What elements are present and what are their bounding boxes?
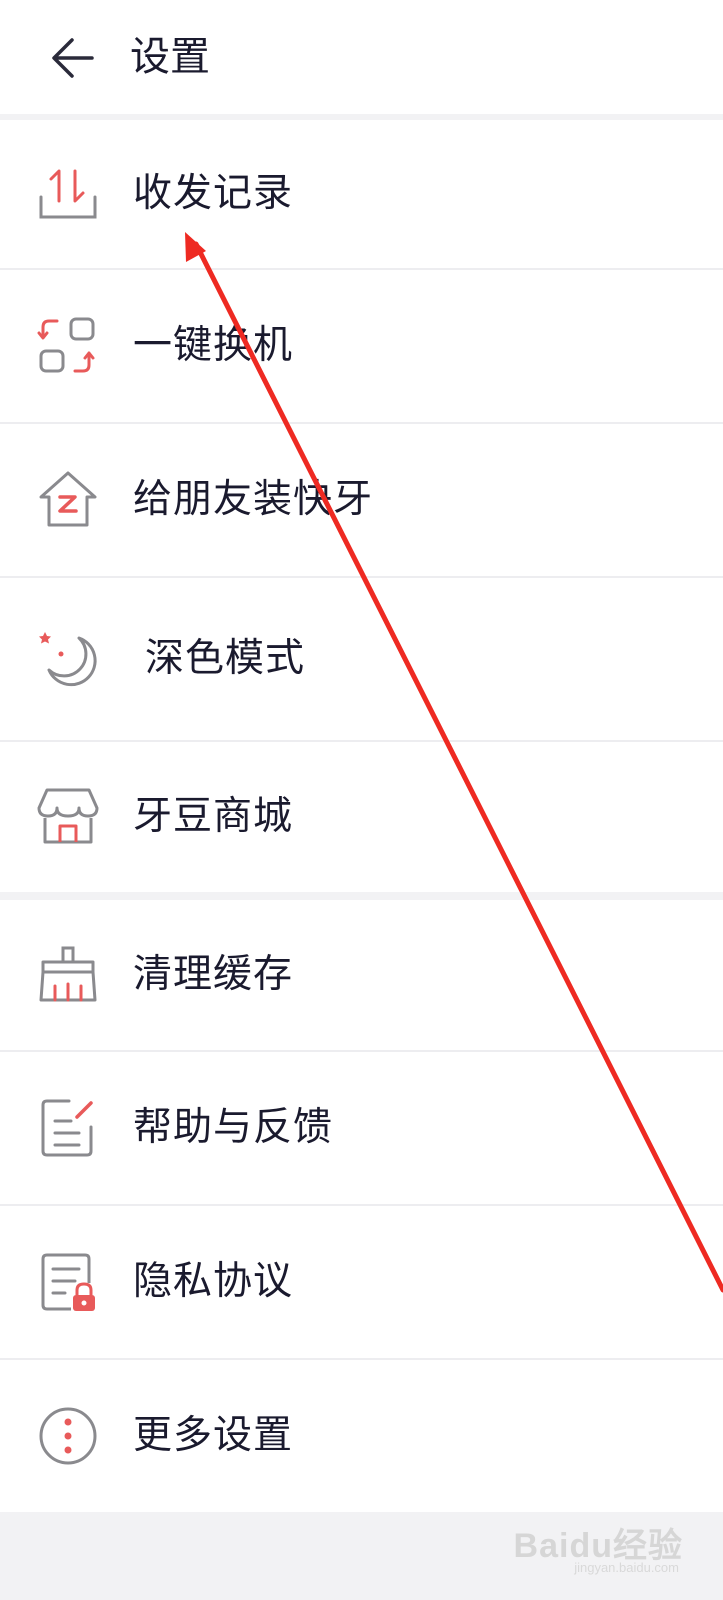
menu-item-dark-mode[interactable]: 深色模式 bbox=[0, 578, 723, 740]
menu-item-label: 帮助与反馈 bbox=[133, 1105, 334, 1150]
page-title: 设置 bbox=[130, 34, 210, 80]
broom-icon bbox=[39, 946, 97, 1002]
menu-item-label: 给朋友装快牙 bbox=[133, 477, 374, 522]
menu-item-clear-cache[interactable]: 清理缓存 bbox=[0, 900, 723, 1050]
section-gap bbox=[0, 892, 723, 900]
more-icon bbox=[39, 1407, 97, 1465]
menu-item-invite-friends[interactable]: 给朋友装快牙 bbox=[0, 424, 723, 576]
phone-switch-icon bbox=[37, 317, 95, 373]
menu-item-help-feedback[interactable]: 帮助与反馈 bbox=[0, 1052, 723, 1204]
menu-item-phone-switch[interactable]: 一键换机 bbox=[0, 270, 723, 422]
menu-item-privacy[interactable]: 隐私协议 bbox=[0, 1206, 723, 1358]
menu-item-label: 清理缓存 bbox=[133, 952, 294, 997]
privacy-doc-icon bbox=[41, 1253, 95, 1311]
arrow-left-icon bbox=[52, 38, 94, 78]
back-button[interactable] bbox=[46, 30, 102, 86]
menu-item-label: 深色模式 bbox=[145, 636, 306, 681]
menu-item-label: 牙豆商城 bbox=[133, 794, 294, 839]
moon-icon bbox=[39, 632, 97, 687]
feedback-icon bbox=[41, 1099, 93, 1157]
menu-item-store[interactable]: 牙豆商城 bbox=[0, 742, 723, 892]
store-icon bbox=[37, 788, 99, 844]
menu-item-transfer-record[interactable]: 收发记录 bbox=[0, 120, 723, 268]
share-house-icon bbox=[39, 471, 97, 527]
transfer-record-icon bbox=[39, 169, 97, 219]
watermark-url: jingyan.baidu.com bbox=[574, 1560, 679, 1575]
menu-item-more-settings[interactable]: 更多设置 bbox=[0, 1360, 723, 1512]
menu-item-label: 更多设置 bbox=[133, 1413, 294, 1458]
menu-item-label: 收发记录 bbox=[133, 171, 294, 216]
app-header: 设置 bbox=[0, 0, 723, 114]
menu-item-label: 一键换机 bbox=[133, 323, 294, 368]
menu-item-label: 隐私协议 bbox=[133, 1259, 294, 1304]
